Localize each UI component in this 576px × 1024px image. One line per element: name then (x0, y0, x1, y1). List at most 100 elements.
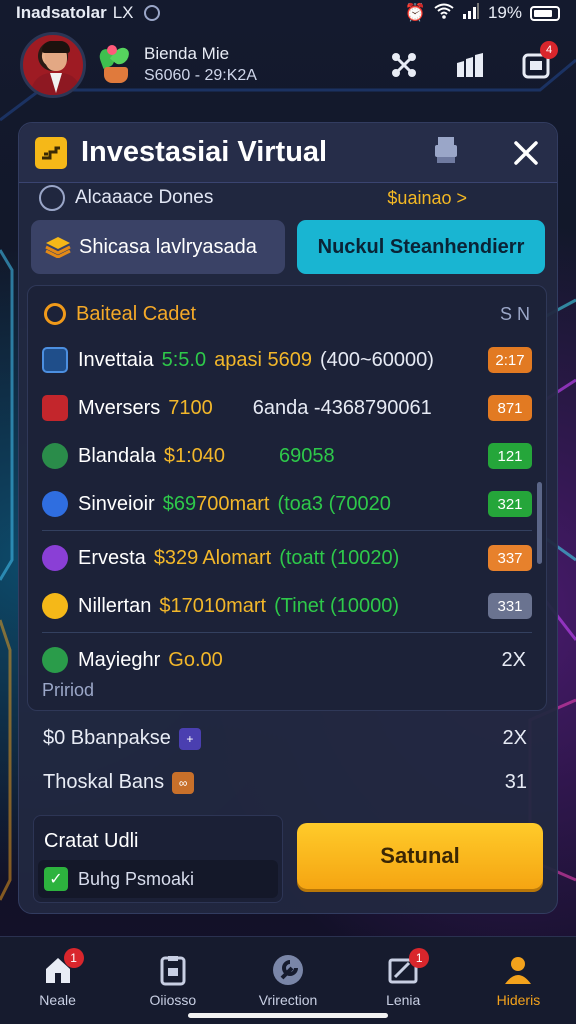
confirm-label: Cratat Udli (44, 830, 139, 852)
panel-title-bar: Investasiai Virtual (19, 123, 557, 183)
tab-badge: 1 (409, 947, 430, 968)
avatar[interactable] (20, 32, 86, 98)
tab-profile[interactable]: Hideris (461, 937, 576, 1024)
card-title: Baiteal Cadet (76, 302, 197, 325)
plant-icon (96, 44, 136, 85)
status-bar: Inadsatolar LX ⏰ 19% (0, 0, 576, 26)
location-icon (143, 5, 160, 21)
tab-label: Neale (39, 991, 76, 1008)
summary-value: 2X (502, 727, 527, 749)
list-item[interactable]: Invettaia 5:5.0 apasi 5609 (400~60000) 2… (42, 338, 532, 382)
star-icon (42, 491, 68, 517)
confirm-checkbox-row[interactable]: ✓ Buhg Psmoaki (38, 860, 278, 898)
item-tag: 2:17 (488, 347, 532, 373)
item-range: (400~60000) (319, 348, 434, 371)
item-value: $69 (162, 492, 197, 515)
item-range: 6anda -4368790061 (252, 396, 432, 419)
info-icon (39, 185, 65, 211)
scrollbar[interactable] (537, 482, 542, 564)
item-range: (toatt (10020) (279, 546, 400, 569)
summary-row: Thoskal Bans ∞ 31 (43, 771, 527, 794)
submit-button[interactable]: Satunal (297, 823, 543, 889)
tab-home[interactable]: 1 Neale (0, 937, 115, 1024)
item-value: 5:5.0 (161, 348, 207, 371)
tree-icon (42, 443, 68, 469)
chat-icon (42, 545, 68, 571)
signal-icon (462, 2, 480, 24)
item-name: Invettaia (78, 348, 154, 371)
item-name: Nillertan (78, 594, 152, 617)
wrench-icon (272, 954, 304, 986)
stack-icon (45, 237, 71, 258)
item-value: Go.00 (168, 648, 223, 671)
item-name: Blandala (78, 444, 156, 467)
item-range: (toa3 (70020 (277, 492, 391, 515)
submit-label: Satunal (380, 843, 460, 868)
item-value: 7100 (168, 396, 213, 419)
item-range: 69058 (279, 444, 335, 467)
checkbox-checked-icon[interactable]: ✓ (44, 867, 68, 891)
item-amount: apasi 5609 (214, 348, 312, 371)
investment-panel: Investasiai Virtual Alcaaace Dones $uain… (18, 122, 558, 914)
link-icon: ∞ (172, 771, 195, 794)
tab-label: Hideris (496, 991, 541, 1008)
app-header: Bienda Mie S6060 - 29:K2A 4 (0, 28, 576, 102)
sort-control[interactable]: S N (500, 304, 530, 325)
investment-logo-icon (35, 136, 67, 169)
edit-icon: 1 (387, 947, 430, 986)
user-name: Bienda Mie (144, 44, 230, 63)
checkbox-label: Buhg Psmoaki (78, 868, 195, 889)
item-amount: 010mart (192, 594, 267, 617)
list-item[interactable]: Sinveioir $69 700mart (toa3 (70020 321 (42, 482, 532, 526)
tab-tools[interactable]: Vrirection (230, 937, 345, 1024)
share-icon[interactable] (388, 49, 420, 81)
secondary-action-button[interactable]: Shicasa lavlryasada (31, 220, 285, 274)
sub-nav-link[interactable]: $uainao > (387, 188, 467, 209)
carrier-label: Inadsatolar (16, 3, 107, 22)
close-icon (514, 140, 538, 165)
item-amount: Alomart (202, 546, 272, 569)
sub-navigation-row: Alcaaace Dones $uainao > (39, 183, 467, 213)
tab-orders[interactable]: Oiiosso (115, 937, 230, 1024)
home-indicator[interactable] (188, 1013, 388, 1018)
wifi-icon (434, 3, 454, 24)
notification-icon[interactable]: 4 (520, 41, 558, 81)
item-name: Mayieghr (78, 648, 161, 671)
list-item[interactable]: Ervesta $329 Alomart (toatt (10020) 337 (42, 536, 532, 580)
primary-action-label: Nuckul Steanhendierr (317, 235, 525, 258)
settings-icon[interactable] (44, 303, 66, 325)
tab-badge: 1 (63, 947, 84, 968)
coin-icon (42, 593, 68, 619)
item-name: Mversers (78, 396, 161, 419)
list-item[interactable]: Mayieghr Go.00 2X (42, 638, 532, 682)
close-button[interactable] (511, 138, 541, 168)
summary-value: 31 (504, 771, 527, 793)
item-range: (Tinet (10000) (274, 594, 399, 617)
list-item[interactable]: Nillertan $17 010mart (Tinet (10000) 331 (42, 584, 532, 628)
tab-label: Oiiosso (149, 991, 197, 1008)
panel-title: Investasiai Virtual (81, 136, 328, 168)
tab-media[interactable]: 1 Lenia (346, 937, 461, 1024)
item-name: Sinveioir (78, 492, 155, 515)
item-subtitle: Pririod (42, 680, 95, 700)
sub-nav-label: Alcaaace Dones (75, 187, 214, 208)
divider (42, 632, 532, 633)
alarm-icon: ⏰ (404, 3, 426, 22)
clipboard-icon (157, 954, 189, 986)
item-tag: 321 (488, 491, 532, 517)
stats-icon[interactable] (454, 49, 486, 81)
item-tag: 121 (488, 443, 532, 469)
list-item[interactable]: Mversers 7100 6anda -4368790061 871 (42, 386, 532, 430)
user-icon (502, 954, 534, 986)
confirm-box: Cratat Udli ✓ Buhg Psmoaki (33, 815, 283, 903)
robot-icon[interactable] (433, 135, 459, 170)
bookmark-icon (42, 395, 68, 421)
item-name: Ervesta (78, 546, 146, 569)
battery-icon (530, 5, 560, 21)
clover-icon (42, 647, 68, 673)
summary-label: Thoskal Bans (43, 771, 165, 793)
item-value: $1:040 (163, 444, 226, 467)
list-item[interactable]: Blandala $1:040 69058 121 (42, 434, 532, 478)
primary-action-button[interactable]: Nuckul Steanhendierr (297, 220, 545, 274)
battery-percent: 19% (487, 3, 522, 22)
